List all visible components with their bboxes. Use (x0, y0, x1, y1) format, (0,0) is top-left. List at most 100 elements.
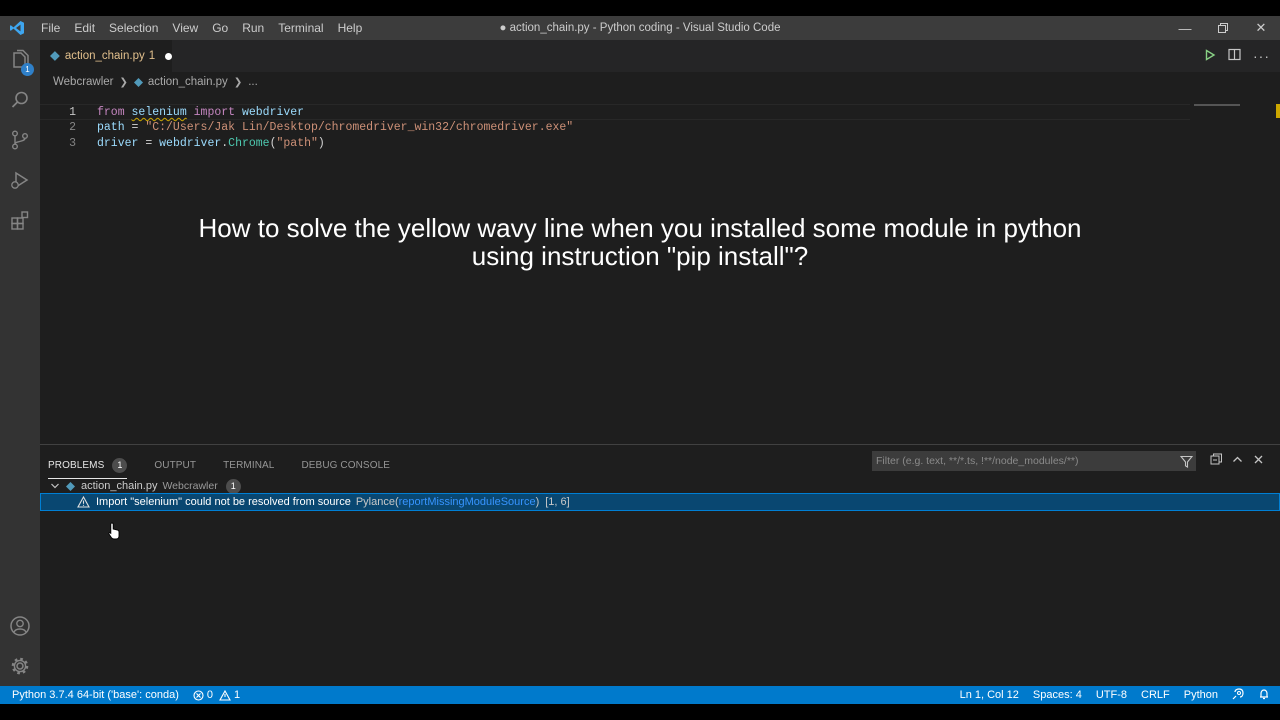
menu-selection[interactable]: Selection (102, 16, 165, 40)
problem-item[interactable]: Import "selenium" could not be resolved … (40, 493, 1280, 511)
code-token: webdriver (241, 106, 305, 119)
problem-file-count: 1 (225, 478, 241, 494)
tab-file-name: action_chain.py (64, 50, 145, 62)
code-token: Chrome (228, 137, 270, 150)
problem-position: [1, 6] (545, 496, 570, 508)
feedback-icon[interactable] (1232, 687, 1244, 703)
indentation[interactable]: Spaces: 4 (1033, 689, 1082, 701)
warning-icon (77, 496, 90, 508)
panel-tab-label: TERMINAL (223, 459, 275, 471)
chevron-right-icon: ❯ (233, 76, 243, 88)
bell-icon[interactable] (1258, 688, 1270, 703)
error-count: 0 (206, 689, 213, 701)
breadcrumb-symbol[interactable]: ... (248, 76, 258, 88)
close-icon[interactable]: ✕ (1242, 16, 1280, 40)
activity-bar: 1 (0, 40, 40, 686)
search-icon[interactable] (0, 80, 40, 120)
more-actions-icon[interactable]: ··· (1253, 48, 1270, 64)
menu-view[interactable]: View (165, 16, 205, 40)
breadcrumb: Webcrawler ❯ action_chain.py ❯ ... (40, 72, 258, 92)
tab-debug-console[interactable]: DEBUG CONSOLE (301, 453, 390, 477)
menu-file[interactable]: File (34, 16, 67, 40)
panel-actions (1210, 451, 1265, 471)
menu-help[interactable]: Help (331, 16, 370, 40)
status-bar: Python 3.7.4 64-bit ('base': conda) 0 1 … (0, 686, 1280, 704)
code-token: = (124, 121, 146, 134)
tab-terminal[interactable]: TERMINAL (223, 453, 274, 477)
chevron-up-icon[interactable] (1231, 453, 1244, 469)
menu-edit[interactable]: Edit (67, 16, 102, 40)
code-line[interactable]: 2 path = "C:/Users/Jak Lin/Desktop/chrome… (40, 120, 1190, 136)
problems-summary[interactable]: 0 1 (193, 689, 240, 701)
restore-icon[interactable] (1204, 16, 1242, 40)
problem-source-label: Pylance( (355, 496, 399, 508)
close-panel-icon[interactable] (1252, 453, 1265, 469)
menu-go[interactable]: Go (205, 16, 235, 40)
filter-icon[interactable] (1176, 455, 1196, 468)
panel-tabs: PROBLEMS 1 OUTPUT TERMINAL DEBUG CONSOLE (48, 453, 417, 479)
gear-icon[interactable] (0, 646, 40, 686)
caption-line-2: using instruction "pip install"? (471, 241, 809, 271)
problem-source: Pylance(reportMissingModuleSource) (356, 496, 539, 508)
code-token: ) (317, 137, 325, 150)
source-control-icon[interactable] (0, 120, 40, 160)
tab-output[interactable]: OUTPUT (154, 453, 196, 477)
video-caption: How to solve the yellow wavy line when y… (0, 214, 1280, 270)
code-text: path = "C:/Users/Jak Lin/Desktop/chromed… (97, 120, 573, 136)
python-interpreter[interactable]: Python 3.7.4 64-bit ('base': conda) (12, 689, 179, 701)
code-token: from (97, 106, 125, 119)
problem-code-link[interactable]: reportMissingModuleSource (399, 496, 536, 508)
panel-tab-label: OUTPUT (154, 459, 197, 471)
cursor-position[interactable]: Ln 1, Col 12 (960, 689, 1019, 701)
error-icon (193, 689, 204, 701)
chevron-right-icon: ❯ (119, 76, 128, 88)
window-controls: — ✕ (1166, 16, 1280, 40)
breadcrumb-folder[interactable]: Webcrawler (53, 76, 114, 88)
menu-run[interactable]: Run (235, 16, 271, 40)
run-debug-icon[interactable] (0, 160, 40, 200)
python-file-icon (66, 481, 75, 491)
editor-actions: ··· (1204, 40, 1270, 72)
language-mode[interactable]: Python (1184, 689, 1218, 701)
vscode-logo-icon (0, 16, 34, 40)
editor-tabs: action_chain.py 1 ··· (40, 40, 1280, 72)
code-token: ( (269, 137, 277, 150)
minimize-icon[interactable]: — (1166, 16, 1204, 40)
explorer-icon[interactable]: 1 (0, 40, 40, 80)
minimap[interactable] (1194, 104, 1240, 106)
unsaved-dot-icon[interactable] (165, 52, 172, 60)
code-line[interactable]: 3 driver = webdriver.Chrome("path") (40, 136, 1190, 152)
code-text: driver = webdriver.Chrome("path") (97, 136, 325, 152)
tab-action-chain[interactable]: action_chain.py 1 (40, 40, 172, 72)
warning-icon (219, 689, 231, 701)
code-token: "C:/Users/Jak Lin/Desktop/chromedriver_w… (145, 121, 574, 134)
problem-message: Import "selenium" could not be resolved … (96, 496, 351, 508)
end-of-line[interactable]: CRLF (1141, 689, 1170, 701)
bottom-panel: PROBLEMS 1 OUTPUT TERMINAL DEBUG CONSOLE act… (40, 444, 1280, 686)
code-text: from selenium import webdriver (97, 105, 304, 121)
collapse-all-icon[interactable] (1210, 453, 1223, 469)
line-number: 2 (69, 121, 76, 134)
breadcrumb-file[interactable]: action_chain.py (148, 76, 228, 88)
run-file-icon[interactable] (1204, 48, 1216, 64)
code-token: = (138, 137, 160, 150)
tab-problems[interactable]: PROBLEMS 1 (48, 453, 128, 479)
menu-terminal[interactable]: Terminal (271, 16, 330, 40)
split-editor-icon[interactable] (1228, 48, 1241, 64)
line-number: 1 (69, 106, 76, 119)
accounts-icon[interactable] (0, 606, 40, 646)
python-file-icon (50, 51, 60, 61)
caption-line-1: How to solve the yellow wavy line when y… (198, 213, 1082, 243)
code-token-warning: selenium (131, 106, 187, 119)
chevron-down-icon[interactable] (50, 481, 60, 491)
encoding[interactable]: UTF-8 (1096, 689, 1127, 701)
explorer-badge: 1 (21, 63, 34, 76)
vscode-window: File Edit Selection View Go Run Terminal Help ●… (0, 16, 1280, 704)
problems-count-badge: 1 (112, 457, 128, 473)
code-line[interactable]: 1 from selenium import webdriver (40, 104, 1190, 120)
filter-input[interactable] (876, 455, 1176, 467)
warning-scroll-marker (1276, 104, 1280, 118)
